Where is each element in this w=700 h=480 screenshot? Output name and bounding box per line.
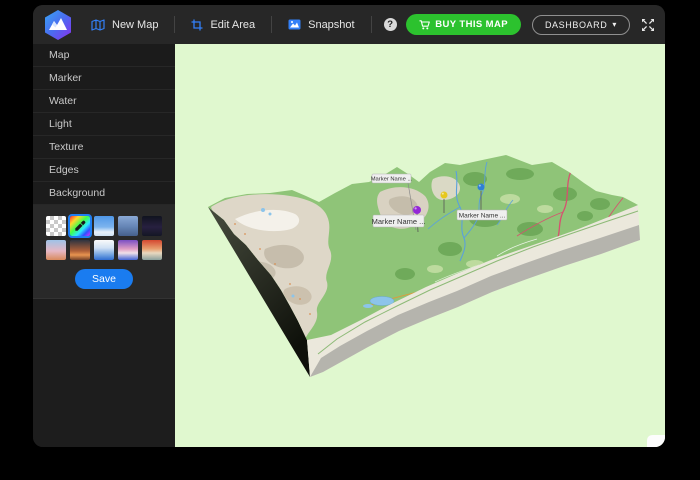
new-map-label: New Map bbox=[112, 18, 159, 31]
background-swatch-grid bbox=[33, 214, 175, 260]
marker-label-right-text: Marker Name ... bbox=[459, 212, 506, 219]
background-swatch-transparent-checkerboard[interactable] bbox=[46, 216, 66, 236]
main-content: Map Marker Water Light Texture Edges Bac… bbox=[33, 44, 665, 447]
toolbar-divider bbox=[174, 16, 176, 33]
background-swatch-white-to-blue-gradient[interactable] bbox=[94, 240, 114, 260]
crop-icon bbox=[191, 19, 203, 30]
marker-label-top-text: Marker Name ... bbox=[371, 177, 413, 183]
background-swatch-overcast-blue-sky[interactable] bbox=[118, 216, 138, 236]
background-swatch-purple-pink-blue-gradient[interactable] bbox=[118, 240, 138, 260]
yellow-pin[interactable] bbox=[440, 191, 448, 199]
background-swatch-night-sky[interactable] bbox=[142, 216, 162, 236]
save-button[interactable]: Save bbox=[75, 269, 133, 289]
snapshot-label: Snapshot bbox=[308, 18, 355, 31]
sidebar-item-texture[interactable]: Texture bbox=[33, 136, 175, 159]
yellow-pin-highlight bbox=[441, 192, 444, 195]
background-swatch-blue-sky-clouds[interactable] bbox=[94, 216, 114, 236]
blue-pin[interactable] bbox=[477, 183, 485, 191]
purple-pin[interactable] bbox=[413, 206, 421, 214]
background-swatch-color-picker-rainbow[interactable] bbox=[68, 214, 92, 238]
background-swatch-red-to-teal-gradient[interactable] bbox=[142, 240, 162, 260]
sidebar-item-water[interactable]: Water bbox=[33, 90, 175, 113]
map-icon bbox=[91, 18, 105, 31]
dashboard-button[interactable]: DASHBOARD ▾ bbox=[531, 14, 630, 35]
toolbar-divider bbox=[370, 16, 372, 33]
marker-label-center[interactable]: Marker Name ... bbox=[372, 214, 426, 228]
map-viewport[interactable]: Marker Name ... Marker Name ... Marker N… bbox=[175, 44, 665, 447]
help-icon[interactable]: ? bbox=[383, 18, 397, 31]
marker-label-center-text: Marker Name ... bbox=[372, 217, 426, 226]
sidebar-item-edges[interactable]: Edges bbox=[33, 159, 175, 182]
map-attribution-corner bbox=[647, 435, 665, 447]
background-panel: Save bbox=[33, 205, 175, 299]
mountain-hexagon-logo-icon bbox=[44, 9, 71, 40]
sidebar-empty-space bbox=[33, 299, 175, 447]
blue-pin-highlight bbox=[478, 184, 481, 187]
app-logo[interactable] bbox=[42, 9, 73, 40]
snapshot-icon bbox=[288, 19, 301, 30]
chevron-down-icon: ▾ bbox=[612, 19, 617, 29]
edit-area-button[interactable]: Edit Area bbox=[185, 15, 261, 35]
background-swatch-pastel-sunset[interactable] bbox=[46, 240, 66, 260]
sidebar-item-marker[interactable]: Marker bbox=[33, 67, 175, 90]
app-window: New Map Edit Area Snapshot ? BUY THIS MA… bbox=[33, 5, 665, 447]
dashboard-label: DASHBOARD bbox=[544, 19, 608, 30]
fullscreen-icon[interactable] bbox=[641, 18, 655, 32]
sidebar-item-light[interactable]: Light bbox=[33, 113, 175, 136]
sidebar-item-background[interactable]: Background bbox=[33, 182, 175, 205]
buy-this-map-button[interactable]: BUY THIS MAP bbox=[406, 14, 521, 35]
new-map-button[interactable]: New Map bbox=[85, 15, 164, 35]
toolbar-divider bbox=[271, 16, 273, 33]
snapshot-button[interactable]: Snapshot bbox=[282, 15, 360, 35]
purple-pin-highlight bbox=[414, 207, 417, 210]
marker-label-top[interactable]: Marker Name ... bbox=[371, 173, 413, 184]
sidebar-item-map[interactable]: Map bbox=[33, 44, 175, 67]
background-swatch-orange-dusk[interactable] bbox=[70, 240, 90, 260]
marker-label-right[interactable]: Marker Name ... bbox=[456, 209, 508, 221]
cart-icon bbox=[419, 19, 431, 29]
toolbar: New Map Edit Area Snapshot ? BUY THIS MA… bbox=[33, 5, 665, 44]
edit-area-label: Edit Area bbox=[210, 18, 256, 31]
sidebar: Map Marker Water Light Texture Edges Bac… bbox=[33, 44, 175, 447]
help-glyph: ? bbox=[387, 19, 393, 30]
terrain-3d-render[interactable]: Marker Name ... Marker Name ... Marker N… bbox=[175, 44, 665, 447]
buy-this-map-label: BUY THIS MAP bbox=[435, 19, 508, 30]
eyedropper-icon bbox=[75, 220, 86, 231]
toolbar-right: BUY THIS MAP DASHBOARD ▾ bbox=[406, 14, 655, 35]
